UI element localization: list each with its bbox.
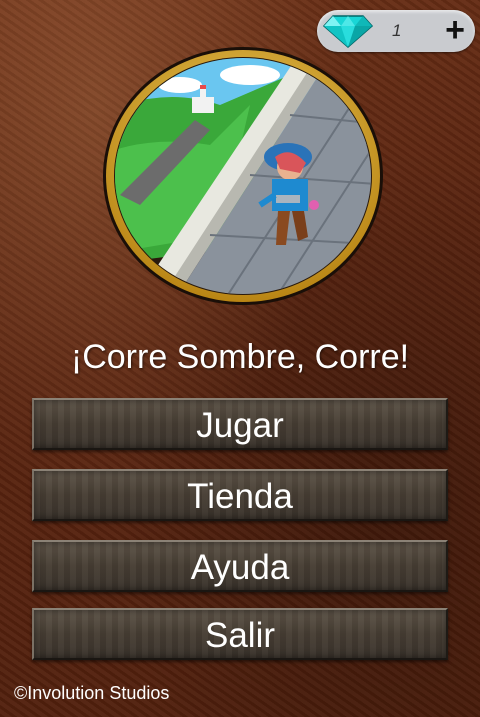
add-gems-button[interactable]: + <box>437 12 473 48</box>
copyright-text: ©Involution Studios <box>14 683 170 703</box>
help-button[interactable]: Ayuda <box>32 540 448 592</box>
diamond-icon <box>323 15 373 48</box>
shop-button[interactable]: Tienda <box>32 469 448 521</box>
exit-button[interactable]: Salir <box>32 608 448 660</box>
gem-count: 1 <box>392 21 402 40</box>
game-title: ¡Corre Sombre, Corre! <box>70 338 410 376</box>
play-button[interactable]: Jugar <box>32 398 448 450</box>
game-artwork-medallion <box>103 47 383 305</box>
